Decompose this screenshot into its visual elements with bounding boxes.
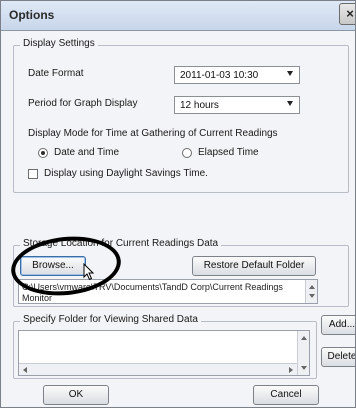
scroll-left-icon[interactable]: [23, 367, 27, 373]
display-settings-title: Display Settings: [20, 38, 98, 49]
date-format-select[interactable]: 2011-01-03 10:30: [174, 66, 300, 84]
scroll-up-icon[interactable]: [301, 336, 307, 340]
restore-default-folder-button[interactable]: Restore Default Folder: [192, 256, 316, 276]
options-dialog: Options × Display Settings Date Format 2…: [0, 0, 356, 408]
cancel-button[interactable]: Cancel: [253, 385, 319, 405]
radio-elapsed-time[interactable]: [182, 148, 192, 158]
radio-date-time[interactable]: [38, 148, 48, 158]
close-icon: ×: [346, 6, 354, 21]
storage-path-scrollbar[interactable]: [305, 280, 317, 303]
shared-folder-hscroll[interactable]: [19, 363, 297, 375]
shared-data-group: Specify Folder for Viewing Shared Data: [13, 314, 317, 379]
scroll-down-icon[interactable]: [309, 294, 315, 298]
scroll-right-icon[interactable]: [289, 367, 293, 373]
dst-label[interactable]: Display using Daylight Savings Time.: [44, 168, 208, 179]
period-value: 12 hours: [180, 100, 219, 111]
radio-elapsed-time-label[interactable]: Elapsed Time: [198, 147, 259, 158]
period-label: Period for Graph Display: [28, 98, 138, 109]
shared-folder-list[interactable]: [18, 330, 310, 376]
date-format-value: 2011-01-03 10:30: [180, 70, 259, 81]
radio-date-time-label[interactable]: Date and Time: [54, 147, 119, 158]
chevron-down-icon: [287, 101, 293, 106]
mouse-pointer-icon: [83, 263, 95, 281]
title-bar: Options ×: [1, 1, 355, 31]
shared-data-title: Specify Folder for Viewing Shared Data: [20, 314, 201, 325]
shared-folder-vscroll[interactable]: [297, 331, 309, 375]
ok-button[interactable]: OK: [43, 385, 109, 405]
scroll-up-icon[interactable]: [309, 285, 315, 289]
window-title: Options: [9, 8, 55, 22]
period-select[interactable]: 12 hours: [174, 96, 300, 114]
delete-button[interactable]: Delete: [321, 347, 355, 367]
close-button[interactable]: ×: [339, 3, 355, 25]
scroll-down-icon[interactable]: [301, 366, 307, 370]
display-mode-label: Display Mode for Time at Gathering of Cu…: [28, 128, 278, 139]
add-button[interactable]: Add...: [321, 315, 355, 335]
chevron-down-icon: [287, 71, 293, 76]
display-settings-group: Display Settings Date Format 2011-01-03 …: [13, 38, 349, 193]
date-format-label: Date Format: [28, 68, 84, 79]
dst-checkbox[interactable]: [28, 169, 38, 179]
